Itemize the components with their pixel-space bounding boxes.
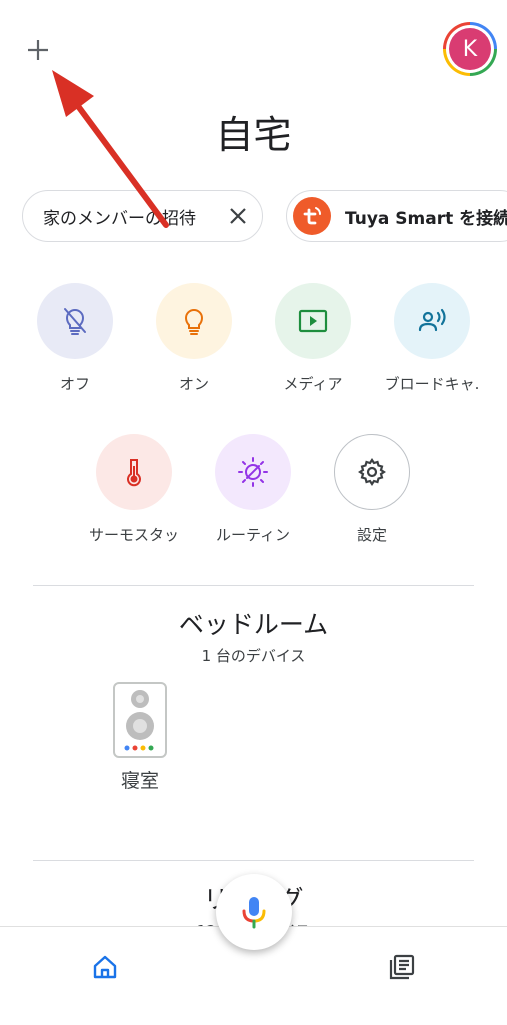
avatar: K (449, 28, 491, 70)
home-icon (93, 955, 117, 979)
action-label: メディア (283, 375, 343, 393)
action-label: ブロードキャ. (384, 375, 480, 393)
action-lights-off[interactable]: オフ (15, 283, 135, 394)
tuya-logo-icon (293, 197, 331, 235)
room-title: ベッドルーム (178, 610, 329, 639)
microphone-icon (242, 897, 266, 929)
page-title: 自宅 (215, 113, 292, 157)
add-button[interactable] (20, 32, 56, 68)
room-device-count: 1 台のデバイス (201, 647, 306, 665)
action-label: オフ (59, 375, 90, 393)
plus-icon (28, 40, 48, 60)
nav-feed-button[interactable] (378, 943, 426, 991)
assistant-mic-button[interactable] (216, 874, 292, 950)
action-label: ルーティン (215, 526, 291, 544)
action-label: オン (178, 375, 209, 393)
feed-icon (389, 954, 415, 980)
gear-icon (334, 434, 410, 510)
action-media[interactable]: メディア (253, 283, 373, 394)
section-divider (33, 860, 474, 861)
speaker-icon (113, 682, 167, 758)
connect-tuya-label: Tuya Smart を接続 (345, 208, 507, 229)
action-broadcast[interactable]: ブロードキャ. (372, 283, 492, 394)
action-lights-on[interactable]: オン (134, 283, 254, 394)
invite-members-chip[interactable]: 家のメンバーの招待 (22, 190, 263, 242)
account-avatar-button[interactable]: K (443, 22, 497, 76)
action-settings[interactable]: 設定 (312, 434, 432, 545)
action-routines[interactable]: ルーティン (193, 434, 313, 545)
device-label: 寝室 (120, 770, 159, 792)
device-bedroom-speaker[interactable]: 寝室 (100, 682, 180, 793)
lightbulb-off-icon (37, 283, 113, 359)
broadcast-icon (394, 283, 470, 359)
thermometer-icon (96, 434, 172, 510)
avatar-frame: K (446, 25, 494, 73)
invite-members-label: 家のメンバーの招待 (43, 208, 196, 229)
connect-tuya-chip[interactable]: Tuya Smart を接続 (286, 190, 507, 242)
routine-icon (215, 434, 291, 510)
nav-home-button[interactable] (81, 943, 129, 991)
lightbulb-on-icon (156, 283, 232, 359)
close-icon (230, 208, 246, 224)
action-thermostat[interactable]: サーモスタッ (74, 434, 194, 545)
dismiss-chip-button[interactable] (218, 196, 258, 236)
media-play-icon (275, 283, 351, 359)
action-label: 設定 (356, 526, 387, 544)
section-divider (33, 585, 474, 586)
action-label: サーモスタッ (88, 526, 179, 544)
